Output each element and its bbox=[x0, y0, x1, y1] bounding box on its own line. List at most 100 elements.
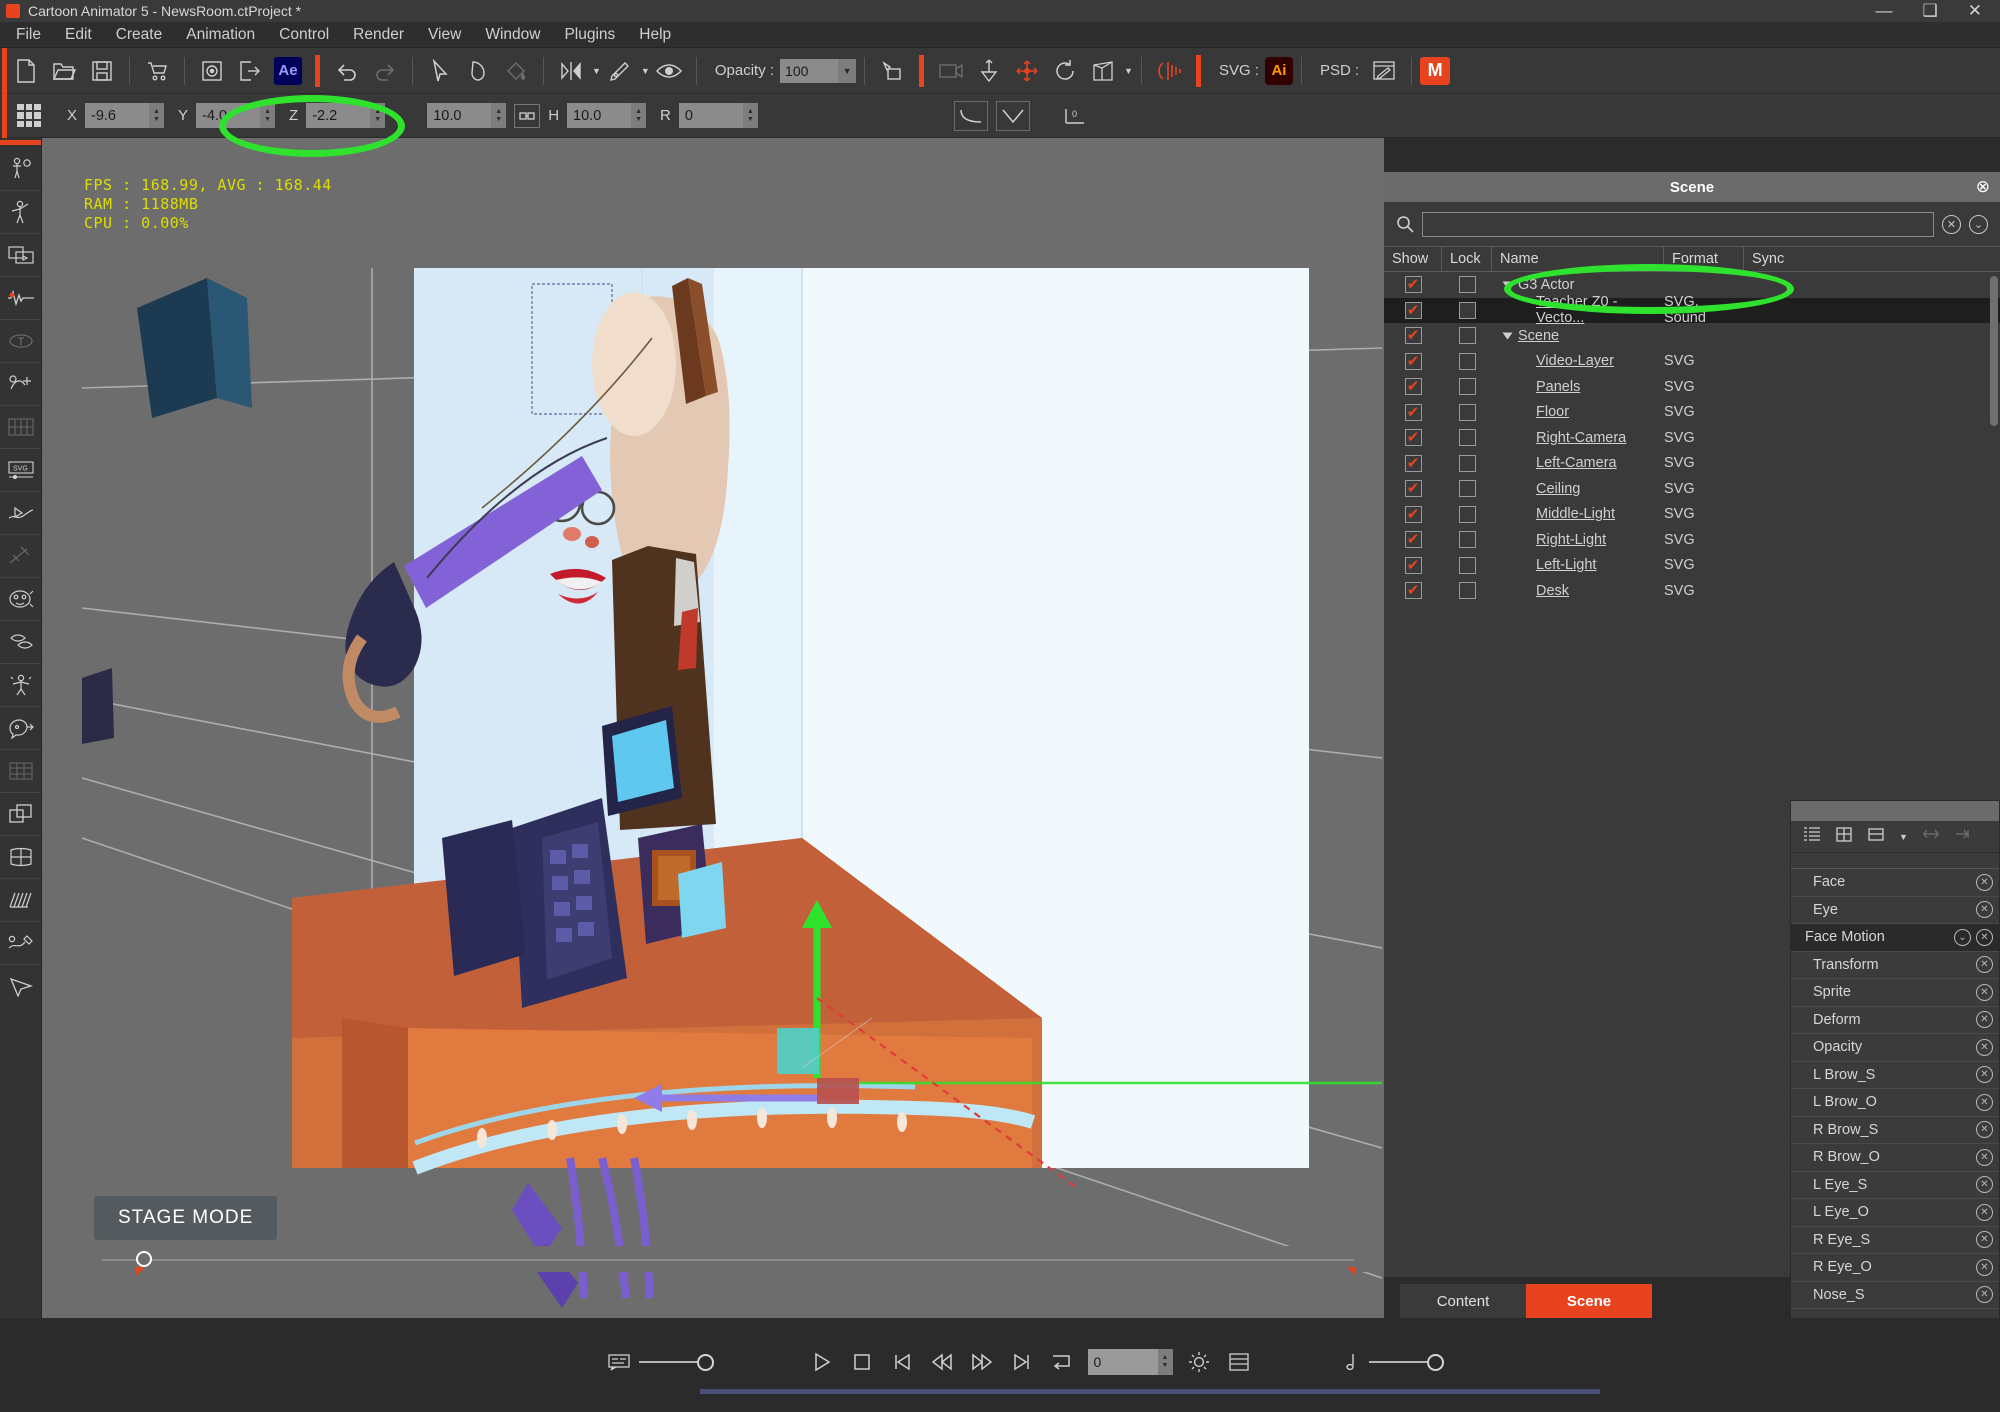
track-remove-icon[interactable]: ✕ bbox=[1976, 1066, 1993, 1084]
timeline-track-row[interactable]: Nose_S ✕ bbox=[1791, 1282, 1999, 1309]
export-icon[interactable] bbox=[231, 53, 269, 89]
y-input[interactable]: -4.0 bbox=[196, 103, 261, 128]
timeline-track-row[interactable]: L Brow_O ✕ bbox=[1791, 1089, 1999, 1117]
timeline-track-row[interactable]: Sprite ✕ bbox=[1791, 979, 1999, 1007]
perspective-dropdown-caret[interactable]: ▼ bbox=[1124, 66, 1133, 76]
layer-name[interactable]: Right-Camera bbox=[1492, 430, 1664, 446]
sprite-sheet-icon[interactable] bbox=[0, 406, 41, 448]
layer-name[interactable]: Video-Layer bbox=[1492, 353, 1664, 369]
table-row[interactable]: ✔✔ Video-Layer SVG bbox=[1384, 349, 2000, 375]
height-field[interactable]: 10.0 ▲ ▼ bbox=[567, 103, 647, 128]
puppet-motion-icon[interactable] bbox=[0, 664, 41, 706]
layer-name[interactable]: Left-Light bbox=[1492, 557, 1664, 573]
menu-render[interactable]: Render bbox=[341, 23, 416, 47]
z-input[interactable]: -2.2 bbox=[306, 103, 371, 128]
subtitle-icon[interactable] bbox=[599, 1342, 639, 1382]
add-path-icon[interactable] bbox=[0, 363, 41, 405]
height-input[interactable]: 10.0 bbox=[567, 103, 632, 128]
timeline-scroll-indicator[interactable] bbox=[700, 1389, 1600, 1394]
menu-file[interactable]: File bbox=[4, 23, 53, 47]
track-remove-icon[interactable]: ✕ bbox=[1976, 1121, 1993, 1139]
perspective-icon[interactable] bbox=[1084, 53, 1122, 89]
photoshop-icon[interactable] bbox=[1365, 53, 1403, 89]
show-checkbox[interactable]: ✔ bbox=[1384, 352, 1442, 370]
timeline-track-row[interactable]: Face Motion ⌄ ✕ bbox=[1791, 924, 1999, 952]
layer-name[interactable]: G3 Actor bbox=[1492, 277, 1664, 293]
opacity-dropdown-icon[interactable]: ▼ bbox=[838, 58, 857, 83]
menu-help[interactable]: Help bbox=[627, 23, 683, 47]
track-remove-icon[interactable]: ✕ bbox=[1976, 1038, 1993, 1056]
y-field[interactable]: -4.0 ▲ ▼ bbox=[196, 103, 276, 128]
timeline-track-row[interactable]: Eye ✕ bbox=[1791, 897, 1999, 924]
play-button[interactable] bbox=[802, 1342, 842, 1382]
layer-name[interactable]: Right-Light bbox=[1492, 532, 1664, 548]
timeline-track-row[interactable]: R Eye_S ✕ bbox=[1791, 1227, 1999, 1254]
expand-triangle-icon[interactable] bbox=[1502, 332, 1513, 340]
menu-plugins[interactable]: Plugins bbox=[552, 23, 627, 47]
layers-icon[interactable] bbox=[0, 621, 41, 663]
mirror-icon[interactable] bbox=[552, 53, 590, 89]
timeline-track-rows[interactable]: Face ✕ Eye ✕ Face Motion ⌄ ✕ Transform ✕ Sprite ✕ D… bbox=[1791, 869, 1999, 1309]
layer-name[interactable]: Middle-Light bbox=[1492, 506, 1664, 522]
current-frame-input[interactable]: 0 bbox=[1087, 1349, 1158, 1375]
show-checkbox[interactable]: ✔ bbox=[1384, 480, 1442, 498]
expand-tracks-icon[interactable] bbox=[1954, 825, 1972, 848]
table-row[interactable]: ✔✔ Middle-Light SVG bbox=[1384, 502, 2000, 528]
column-show[interactable]: Show bbox=[1384, 246, 1442, 272]
illustrator-icon[interactable]: Ai bbox=[1264, 56, 1293, 85]
show-checkbox[interactable]: ✔ bbox=[1384, 531, 1442, 549]
add-keyframe-icon[interactable] bbox=[1835, 825, 1853, 848]
y-stepper[interactable]: ▲ ▼ bbox=[260, 103, 276, 128]
redo-icon[interactable] bbox=[366, 53, 404, 89]
stage-canvas-area[interactable]: FPS : 168.99, AVG : 168.44 RAM : 1188MB … bbox=[42, 138, 1384, 1318]
rotation-field[interactable]: 0 ▲ ▼ bbox=[678, 103, 758, 128]
frame-field[interactable]: 0 ▲ ▼ bbox=[1087, 1349, 1173, 1375]
x-input[interactable]: -9.6 bbox=[85, 103, 150, 128]
track-remove-icon[interactable]: ✕ bbox=[1976, 873, 1993, 891]
column-name[interactable]: Name bbox=[1492, 246, 1664, 272]
layer-name[interactable]: Scene bbox=[1492, 328, 1664, 344]
lock-checkbox[interactable]: ✔ bbox=[1442, 505, 1492, 523]
paint-bucket-icon[interactable] bbox=[497, 53, 535, 89]
track-remove-icon[interactable]: ✕ bbox=[1976, 1231, 1993, 1249]
track-remove-icon[interactable]: ✕ bbox=[1976, 1093, 1993, 1111]
timeline-track-row[interactable]: R Brow_O ✕ bbox=[1791, 1144, 1999, 1172]
tab-content[interactable]: Content bbox=[1400, 1284, 1526, 1318]
lock-checkbox[interactable]: ✔ bbox=[1442, 429, 1492, 447]
table-row[interactable]: ✔✔ Floor SVG bbox=[1384, 400, 2000, 426]
mirror-dropdown-caret[interactable]: ▼ bbox=[592, 66, 601, 76]
new-document-icon[interactable] bbox=[7, 53, 45, 89]
face-puppet-icon[interactable] bbox=[0, 578, 41, 620]
rotate-icon[interactable] bbox=[1046, 53, 1084, 89]
z-field[interactable]: -2.2 ▲ ▼ bbox=[306, 103, 386, 128]
move-icon[interactable] bbox=[1008, 53, 1046, 89]
transform-tool-icon[interactable] bbox=[873, 53, 911, 89]
subtitle-slider-handle[interactable] bbox=[696, 1353, 714, 1371]
previous-frame-button[interactable] bbox=[922, 1342, 962, 1382]
layer-name[interactable]: Ceiling bbox=[1492, 481, 1664, 497]
minimize-button[interactable]: — bbox=[1876, 1, 1893, 21]
track-remove-icon[interactable]: ✕ bbox=[1976, 1203, 1993, 1221]
lock-checkbox[interactable]: ✔ bbox=[1442, 454, 1492, 472]
scene-panel-close-icon[interactable]: ⊗ bbox=[1976, 177, 1990, 197]
add-track-dropdown-caret[interactable]: ▼ bbox=[1899, 832, 1908, 842]
actor-pose-icon[interactable] bbox=[0, 191, 41, 233]
lock-checkbox[interactable]: ✔ bbox=[1442, 327, 1492, 345]
expand-triangle-icon[interactable] bbox=[1502, 281, 1513, 289]
stage-viewport[interactable]: FPS : 168.99, AVG : 168.44 RAM : 1188MB … bbox=[42, 138, 1384, 1318]
duplicate-layer-icon[interactable] bbox=[0, 793, 41, 835]
timeline-track-row[interactable]: L Eye_S ✕ bbox=[1791, 1172, 1999, 1199]
width-stepper[interactable]: ▲ ▼ bbox=[491, 103, 507, 128]
undo-icon[interactable] bbox=[328, 53, 366, 89]
add-track-icon[interactable] bbox=[1867, 825, 1885, 848]
timeline-track-row[interactable]: L Brow_S ✕ bbox=[1791, 1062, 1999, 1089]
show-checkbox[interactable]: ✔ bbox=[1384, 582, 1442, 600]
motion-live-icon[interactable]: M bbox=[1420, 56, 1451, 85]
column-sync[interactable]: Sync bbox=[1744, 246, 2000, 272]
track-remove-icon[interactable]: ✕ bbox=[1976, 901, 1993, 919]
scene-scrollbar[interactable] bbox=[1990, 276, 1998, 426]
show-checkbox[interactable]: ✔ bbox=[1384, 327, 1442, 345]
content-store-icon[interactable] bbox=[138, 53, 176, 89]
table-row[interactable]: ✔✔ Right-Light SVG bbox=[1384, 527, 2000, 553]
track-remove-icon[interactable]: ✕ bbox=[1976, 1176, 1993, 1194]
